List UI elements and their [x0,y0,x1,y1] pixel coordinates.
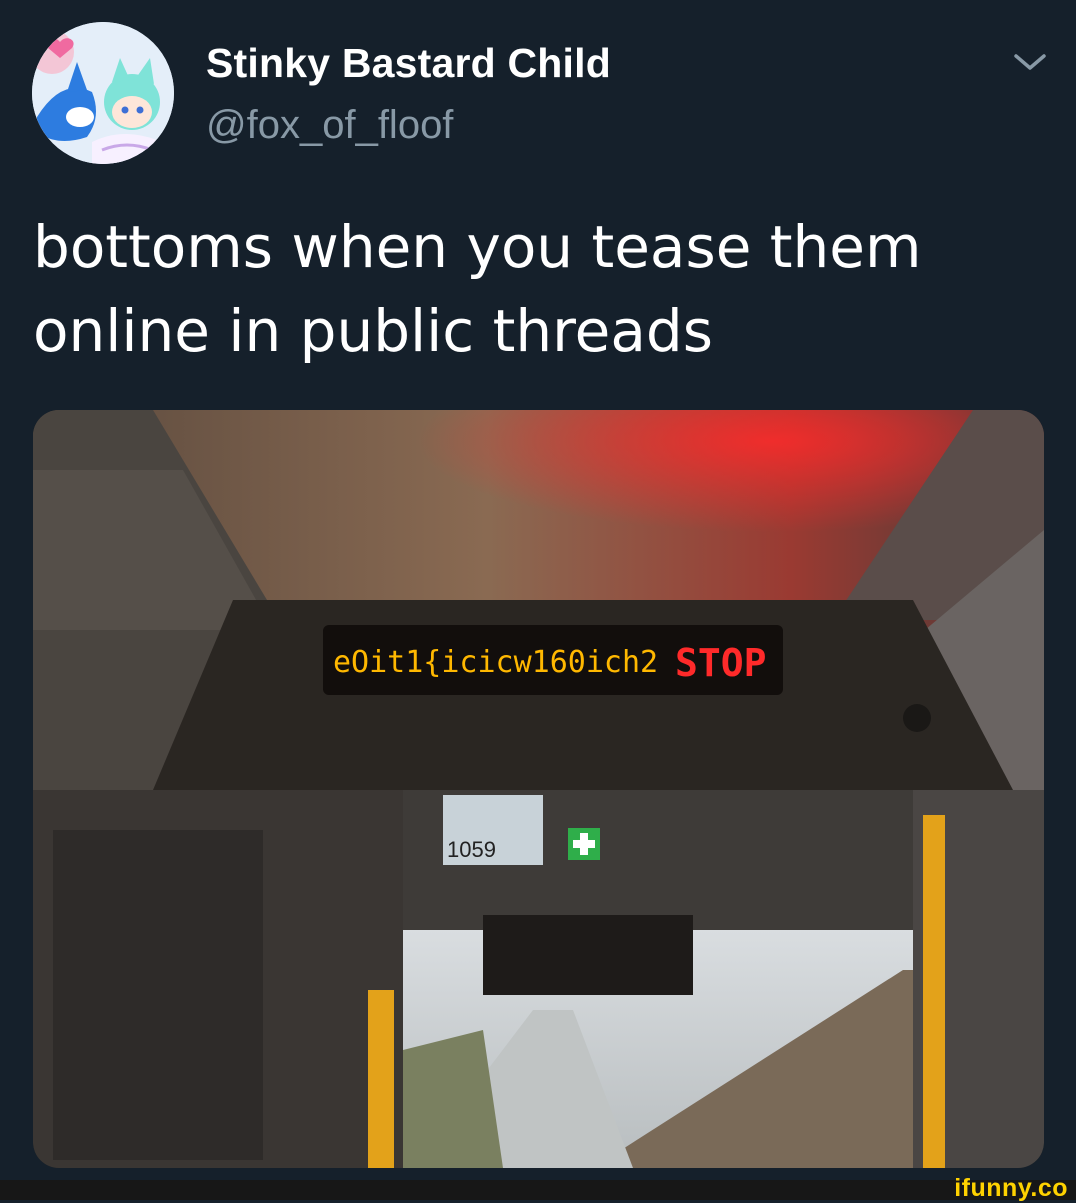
footer-bar [0,1180,1076,1200]
bus-interior-photo: eOit1{icicw160ich2 STOP 1059 [33,410,1044,1168]
bus-number-label: 1059 [447,837,496,862]
led-stop-label: STOP [675,641,767,685]
avatar-cartoon-fox-icon [32,22,174,164]
watermark: ifunny.co [954,1174,1068,1202]
led-sign-text: eOit1{icicw160ich2 [333,645,658,680]
avatar[interactable] [32,22,174,164]
user-handle[interactable]: @fox_of_floof [206,103,453,148]
tweet-text: bottoms when you tease them online in pu… [33,213,922,365]
tweet-media-photo[interactable]: eOit1{icicw160ich2 STOP 1059 [33,410,1044,1168]
display-name[interactable]: Stinky Bastard Child [206,40,611,87]
tweet-card: Stinky Bastard Child @fox_of_floof botto… [0,0,1076,1180]
chevron-down-icon[interactable] [1012,50,1048,74]
